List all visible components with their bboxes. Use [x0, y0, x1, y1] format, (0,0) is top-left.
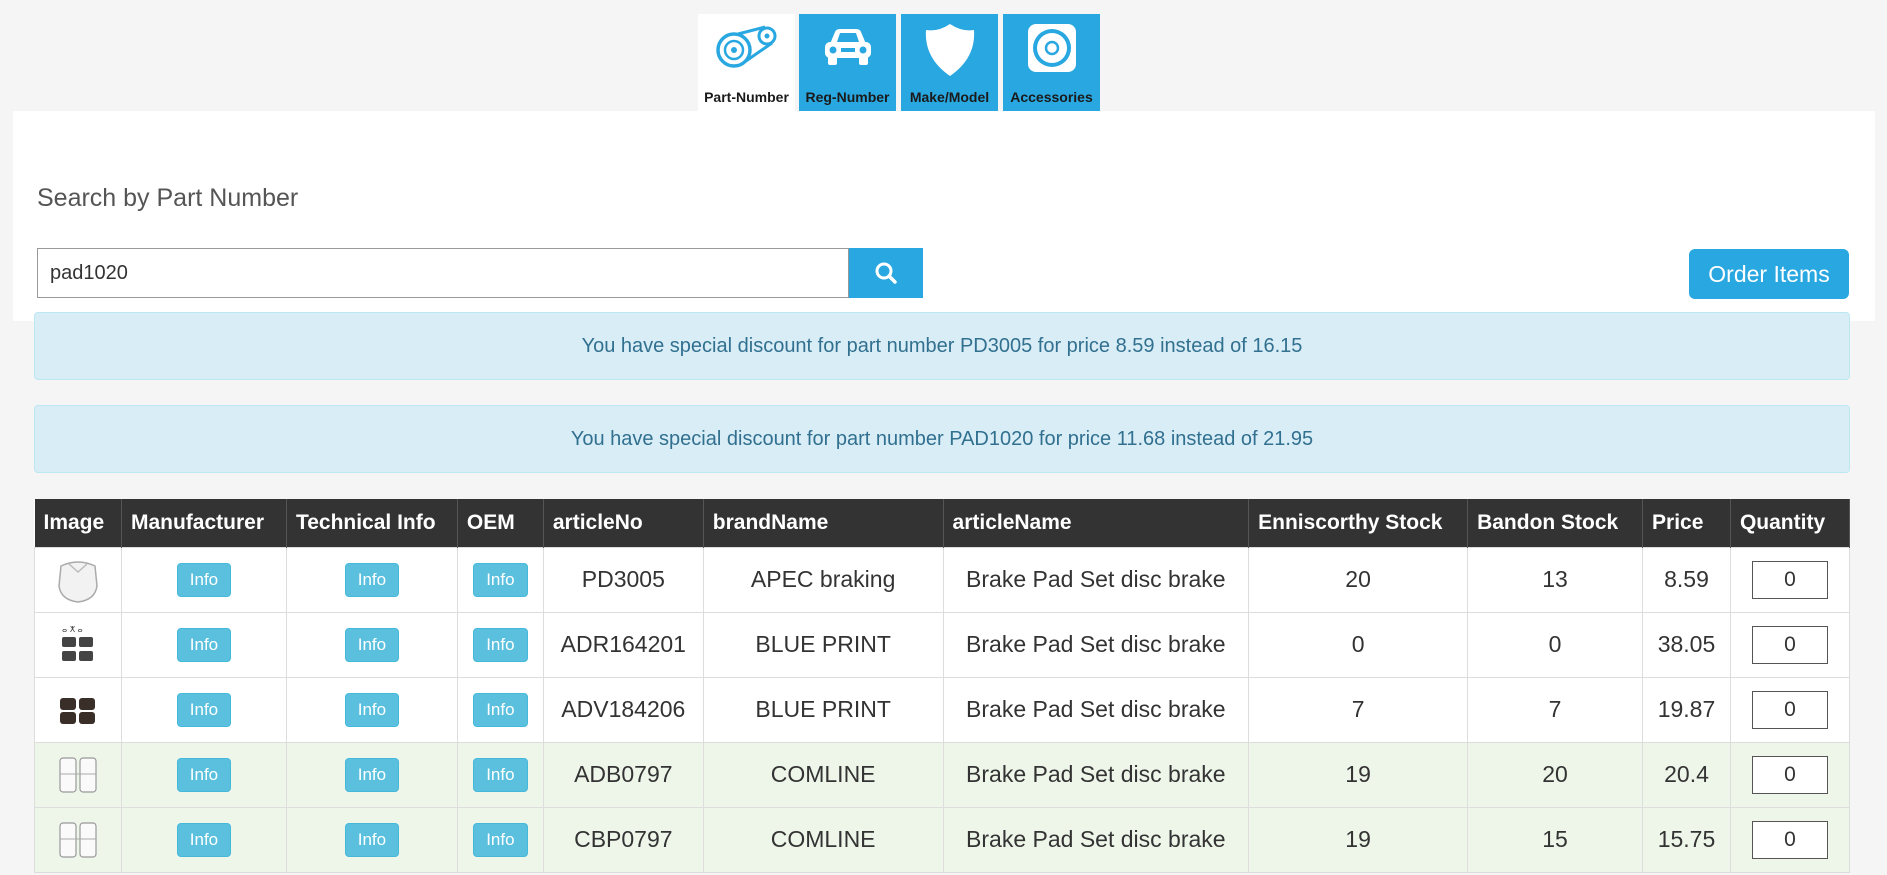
product-image-cell: [34, 676, 122, 743]
quantity-input[interactable]: [1751, 625, 1828, 664]
bandon-stock: 20: [1467, 741, 1644, 808]
technical-info-button[interactable]: Info: [344, 822, 400, 857]
article-name: Brake Pad Set disc brake: [942, 676, 1250, 743]
svg-text:ⴰ ⵅ ⴰ: ⴰ ⵅ ⴰ: [62, 625, 83, 634]
brand-name: APEC braking: [702, 546, 944, 613]
table-row: Info Info Info ADV184206 BLUE PRINT Brak…: [34, 676, 1851, 743]
tab-reg-number[interactable]: Reg-Number: [799, 14, 896, 111]
technical-info-button[interactable]: Info: [344, 692, 400, 727]
brake-pad-image[interactable]: [56, 817, 100, 863]
column-header: Bandon Stock: [1467, 499, 1644, 547]
column-header: articleName: [943, 499, 1250, 547]
quantity-input[interactable]: [1751, 690, 1828, 729]
brake-pad-image[interactable]: [56, 752, 100, 798]
bandon-stock: 7: [1467, 676, 1644, 743]
column-header: Quantity: [1730, 499, 1851, 547]
column-header: Technical Info: [286, 499, 458, 547]
results-table: Image Manufacturer Technical Info OEM ar…: [34, 499, 1851, 873]
tab-part-number[interactable]: Part-Number: [698, 14, 795, 111]
column-header: Enniscorthy Stock: [1248, 499, 1469, 547]
table-row: ⴰ ⵅ ⴰ Info Info Info ADR164201 BLUE PRIN…: [34, 611, 1851, 678]
quantity-input[interactable]: [1751, 820, 1828, 859]
article-no: ADV184206: [542, 676, 704, 743]
search-button[interactable]: [849, 248, 923, 298]
column-header: Manufacturer: [121, 499, 287, 547]
order-items-button[interactable]: Order Items: [1689, 249, 1849, 299]
oem-info-button[interactable]: Info: [473, 627, 528, 662]
table-row: Info Info Info CBP0797 COMLINE Brake Pad…: [34, 806, 1851, 873]
price: 38.05: [1642, 611, 1731, 678]
enniscorthy-stock: 19: [1248, 806, 1469, 873]
manufacturer-info-button[interactable]: Info: [176, 822, 232, 857]
page-title: Search by Part Number: [37, 184, 299, 212]
article-no: PD3005: [542, 546, 704, 613]
technical-info-button[interactable]: Info: [344, 562, 400, 597]
discount-alert: You have special discount for part numbe…: [34, 405, 1850, 473]
bandon-stock: 13: [1467, 546, 1644, 613]
column-header: Image: [34, 499, 122, 547]
column-header: articleNo: [543, 499, 704, 547]
technical-info-button[interactable]: Info: [344, 757, 400, 792]
tab-label: Reg-Number: [805, 89, 890, 105]
tab-label: Make/Model: [909, 89, 990, 105]
brake-pad-image[interactable]: [55, 556, 101, 604]
price: 20.4: [1642, 741, 1731, 808]
search-icon: [875, 262, 897, 284]
technical-info-button[interactable]: Info: [344, 627, 400, 662]
enniscorthy-stock: 0: [1248, 611, 1469, 678]
oem-info-button[interactable]: Info: [473, 822, 528, 857]
product-image-cell: [34, 806, 122, 873]
article-name: Brake Pad Set disc brake: [942, 806, 1250, 873]
column-header: OEM: [457, 499, 544, 547]
brand-name: BLUE PRINT: [702, 676, 944, 743]
tab-accessories[interactable]: Accessories: [1003, 14, 1100, 111]
oem-info-button[interactable]: Info: [473, 692, 528, 727]
price: 8.59: [1642, 546, 1731, 613]
brand-name: BLUE PRINT: [702, 611, 944, 678]
table-row: Info Info Info PD3005 APEC braking Brake…: [34, 546, 1851, 613]
column-header: brandName: [703, 499, 944, 547]
enniscorthy-stock: 19: [1248, 741, 1469, 808]
discount-alert: You have special discount for part numbe…: [34, 312, 1850, 380]
manufacturer-info-button[interactable]: Info: [176, 692, 232, 727]
article-no: ADR164201: [542, 611, 704, 678]
manufacturer-info-button[interactable]: Info: [176, 562, 232, 597]
shield-icon: [925, 24, 974, 76]
car-icon: [824, 29, 871, 65]
product-image-cell: ⴰ ⵅ ⴰ: [34, 611, 122, 678]
enniscorthy-stock: 20: [1248, 546, 1469, 613]
product-image-cell: [34, 546, 122, 613]
oem-info-button[interactable]: Info: [473, 562, 528, 597]
article-no: CBP0797: [542, 806, 704, 873]
brand-name: COMLINE: [702, 741, 944, 808]
tab-label: Part-Number: [704, 89, 789, 105]
brand-name: COMLINE: [702, 806, 944, 873]
manufacturer-info-button[interactable]: Info: [176, 627, 232, 662]
search-input[interactable]: [37, 248, 849, 298]
speaker-icon: [1027, 24, 1076, 72]
product-image-cell: [34, 741, 122, 808]
article-name: Brake Pad Set disc brake: [942, 741, 1250, 808]
brake-pad-image[interactable]: ⴰ ⵅ ⴰ: [58, 623, 98, 667]
price: 19.87: [1642, 676, 1731, 743]
price: 15.75: [1642, 806, 1731, 873]
article-name: Brake Pad Set disc brake: [942, 611, 1250, 678]
table-row: Info Info Info ADB0797 COMLINE Brake Pad…: [34, 741, 1851, 808]
table-header-row: Image Manufacturer Technical Info OEM ar…: [34, 499, 1851, 547]
brake-pad-image[interactable]: [57, 690, 99, 730]
oem-info-button[interactable]: Info: [473, 757, 528, 792]
quantity-input[interactable]: [1751, 560, 1828, 599]
article-no: ADB0797: [542, 741, 704, 808]
quantity-input[interactable]: [1751, 755, 1828, 794]
tab-label: Accessories: [1010, 89, 1093, 105]
tab-make-model[interactable]: Make/Model: [901, 14, 998, 111]
manufacturer-info-button[interactable]: Info: [176, 757, 232, 792]
bandon-stock: 0: [1467, 611, 1644, 678]
enniscorthy-stock: 7: [1248, 676, 1469, 743]
column-header: Price: [1642, 499, 1731, 547]
timing-belt-icon: [715, 25, 776, 68]
article-name: Brake Pad Set disc brake: [942, 546, 1250, 613]
bandon-stock: 15: [1467, 806, 1644, 873]
